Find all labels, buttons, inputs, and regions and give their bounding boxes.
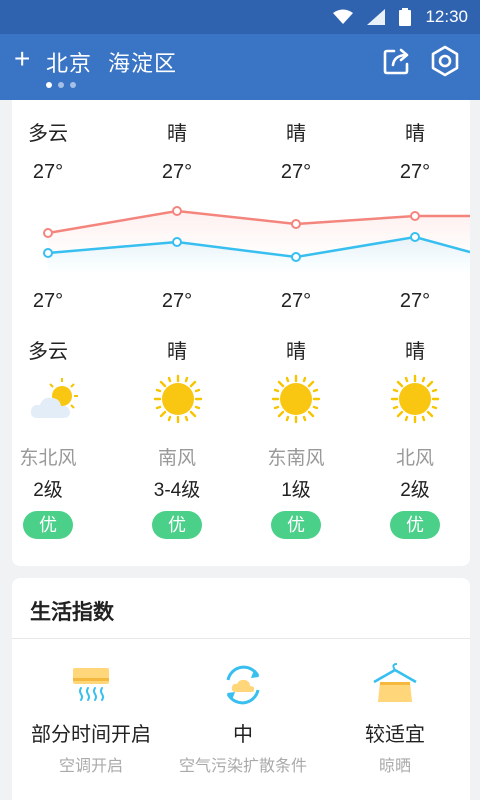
page-dot [58,82,64,88]
life-index-value: 较适宜 [365,724,425,746]
page-indicator [46,82,76,88]
low-temp-label: 27° [32,290,64,312]
sun-icon [390,374,440,424]
wind-direction: 东北风 [19,448,77,469]
weather-text-top: 晴 [286,123,306,145]
wind-level: 2级 [400,480,430,501]
low-temp-label: 27° [161,290,193,312]
sun-icon [153,374,203,424]
divider [12,638,470,639]
share-icon[interactable] [380,44,414,78]
wind-direction: 南风 [157,448,196,469]
add-city-button[interactable]: + [14,44,30,74]
weather-text-top: 多云 [28,123,68,145]
high-temp-label: 27° [161,161,193,183]
weather-text-bottom: 多云 [28,341,68,363]
life-index-title: 生活指数 [30,601,114,624]
drying-icon [373,663,417,702]
wind-level: 1级 [281,480,311,501]
air-conditioner-icon [73,668,109,701]
forecast-day: 多云 27° 27° 多云 东北风 2级 优 [12,100,98,566]
wind-level: 3-4级 [153,480,201,501]
city-name: 北京 [46,51,93,76]
weather-text-top: 晴 [167,123,187,145]
life-index-label: 空气污染扩散条件 [178,758,307,775]
wifi-icon [333,9,354,24]
forecast-day: 晴 27° 27° 晴 南风 3-4级 优 [127,100,227,566]
page-dot [46,82,52,88]
life-index-card: 生活指数 部分时间开启 空调开启 中 空气污染扩散条件 较适宜 晾晒 [12,578,470,800]
app-header: + 北京 海淀区 [0,34,480,100]
weather-text-bottom: 晴 [405,341,425,363]
page-dot [70,82,76,88]
weather-text-bottom: 晴 [167,341,187,363]
low-temp-label: 27° [399,290,431,312]
life-index-value: 中 [233,724,253,746]
weather-text-bottom: 晴 [286,341,306,363]
air-pollution-icon [226,665,260,705]
high-temp-label: 27° [32,161,64,183]
aqi-badge: 优 [390,511,440,539]
life-index-value: 部分时间开启 [31,724,151,746]
high-temp-label: 27° [399,161,431,183]
life-index-label: 空调开启 [58,758,123,775]
weather-text-top: 晴 [405,123,425,145]
high-temp-label: 27° [280,161,312,183]
aqi-badge: 优 [152,511,202,539]
low-temp-label: 27° [280,290,312,312]
wind-direction: 北风 [395,448,434,469]
signal-icon [367,9,386,25]
sun-icon [271,374,321,424]
forecast-day: 晴 27° 27° 晴 北风 2级 优 [365,100,465,566]
partly-cloudy-icon [30,378,78,418]
wind-level: 2级 [33,480,63,501]
aqi-badge: 优 [23,511,73,539]
status-time: 12:30 [425,7,468,26]
forecast-day: 晴 27° 27° 晴 东南风 1级 优 [246,100,346,566]
location-title[interactable]: 北京 海淀区 [46,46,177,78]
settings-icon[interactable] [428,44,462,78]
aqi-badge: 优 [271,511,321,539]
life-index-label: 晾晒 [378,758,411,775]
wind-direction: 东南风 [267,448,325,469]
forecast-card[interactable]: 多云 27° 27° 多云 东北风 2级 优 晴 27° 27° 晴 南风 3-… [12,100,470,566]
battery-icon [399,8,412,26]
district-name: 海淀区 [108,51,178,76]
status-bar: 12:30 [0,0,480,34]
